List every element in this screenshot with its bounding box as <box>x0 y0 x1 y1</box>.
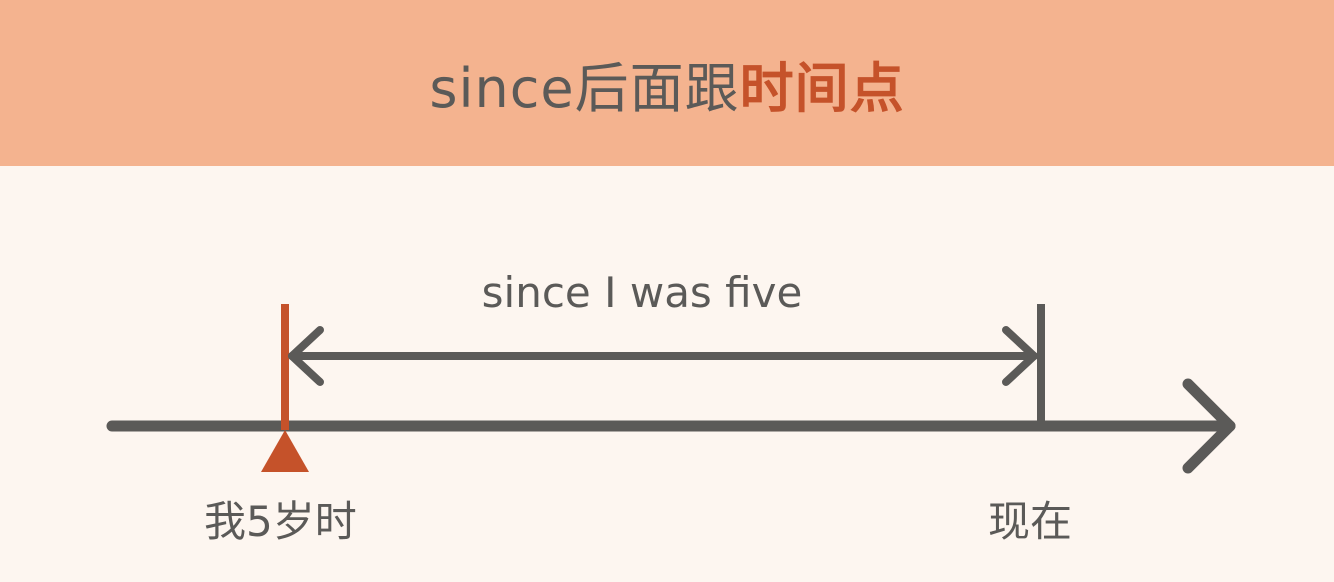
start-label: 我5岁时 <box>204 497 357 546</box>
span-label: since I was five <box>481 268 803 317</box>
start-marker-triangle <box>261 430 309 472</box>
end-label: 现在 <box>988 497 1073 546</box>
